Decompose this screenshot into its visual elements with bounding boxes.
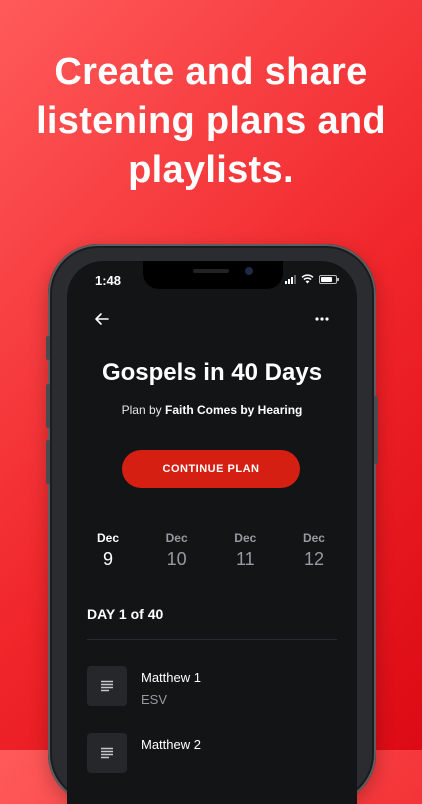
- date-item[interactable]: Dec 10: [146, 531, 208, 570]
- date-day: 11: [235, 549, 255, 569]
- date-day: 12: [303, 549, 324, 569]
- headline-line-3: playlists.: [128, 149, 294, 191]
- volume-down-button: [46, 440, 50, 484]
- volume-up-button: [46, 384, 50, 428]
- speaker-grille: [193, 269, 229, 273]
- front-camera: [245, 267, 253, 275]
- reading-list-item[interactable]: Matthew 2: [87, 733, 201, 773]
- date-month: Dec: [234, 531, 257, 545]
- date-item[interactable]: Dec 12: [283, 531, 345, 570]
- reading-title: Matthew 1: [141, 670, 201, 685]
- battery-icon: [319, 274, 339, 284]
- text-lines-icon: [87, 666, 127, 706]
- more-options-icon[interactable]: [313, 312, 331, 326]
- reading-list-item[interactable]: Matthew 1 ESV: [87, 666, 201, 707]
- status-time: 1:48: [95, 273, 122, 288]
- notch: [143, 261, 283, 289]
- date-month: Dec: [302, 531, 325, 545]
- mute-switch: [46, 336, 50, 360]
- plan-title: Gospels in 40 Days: [101, 359, 323, 386]
- date-month: Dec: [165, 531, 188, 545]
- reading-version: ESV: [141, 692, 168, 707]
- plan-author-line: Plan by Faith Comes by Hearing: [67, 403, 357, 417]
- date-item[interactable]: Dec 11: [214, 531, 276, 570]
- headline: Create and share listening plans and pla…: [0, 48, 422, 195]
- signal-icon: [285, 274, 296, 284]
- plan-by-prefix: Plan by: [121, 403, 162, 417]
- date-day: 9: [102, 549, 113, 569]
- date-month: Dec: [96, 531, 119, 545]
- headline-line-1: Create and share: [54, 51, 368, 93]
- date-selector: Dec 9 Dec 10 Dec 11 Dec 12: [77, 531, 345, 570]
- continue-plan-button[interactable]: CONTINUE PLAN: [122, 450, 300, 488]
- power-button: [374, 396, 378, 464]
- section-divider: [87, 639, 337, 640]
- day-progress-header: DAY 1 of 40: [87, 606, 164, 622]
- plan-author: Faith Comes by Hearing: [165, 403, 303, 417]
- date-day: 10: [166, 549, 187, 569]
- status-icons: [285, 274, 339, 284]
- headline-line-2: listening plans and: [36, 100, 386, 142]
- text-lines-icon: [87, 733, 127, 773]
- wifi-icon: [301, 274, 314, 284]
- date-item[interactable]: Dec 9: [77, 531, 139, 570]
- phone-frame: 1:48 Gospels in 40 Days Plan by Faith Co…: [46, 244, 378, 804]
- app-screen: 1:48 Gospels in 40 Days Plan by Faith Co…: [67, 261, 357, 804]
- back-arrow-icon[interactable]: [93, 310, 111, 328]
